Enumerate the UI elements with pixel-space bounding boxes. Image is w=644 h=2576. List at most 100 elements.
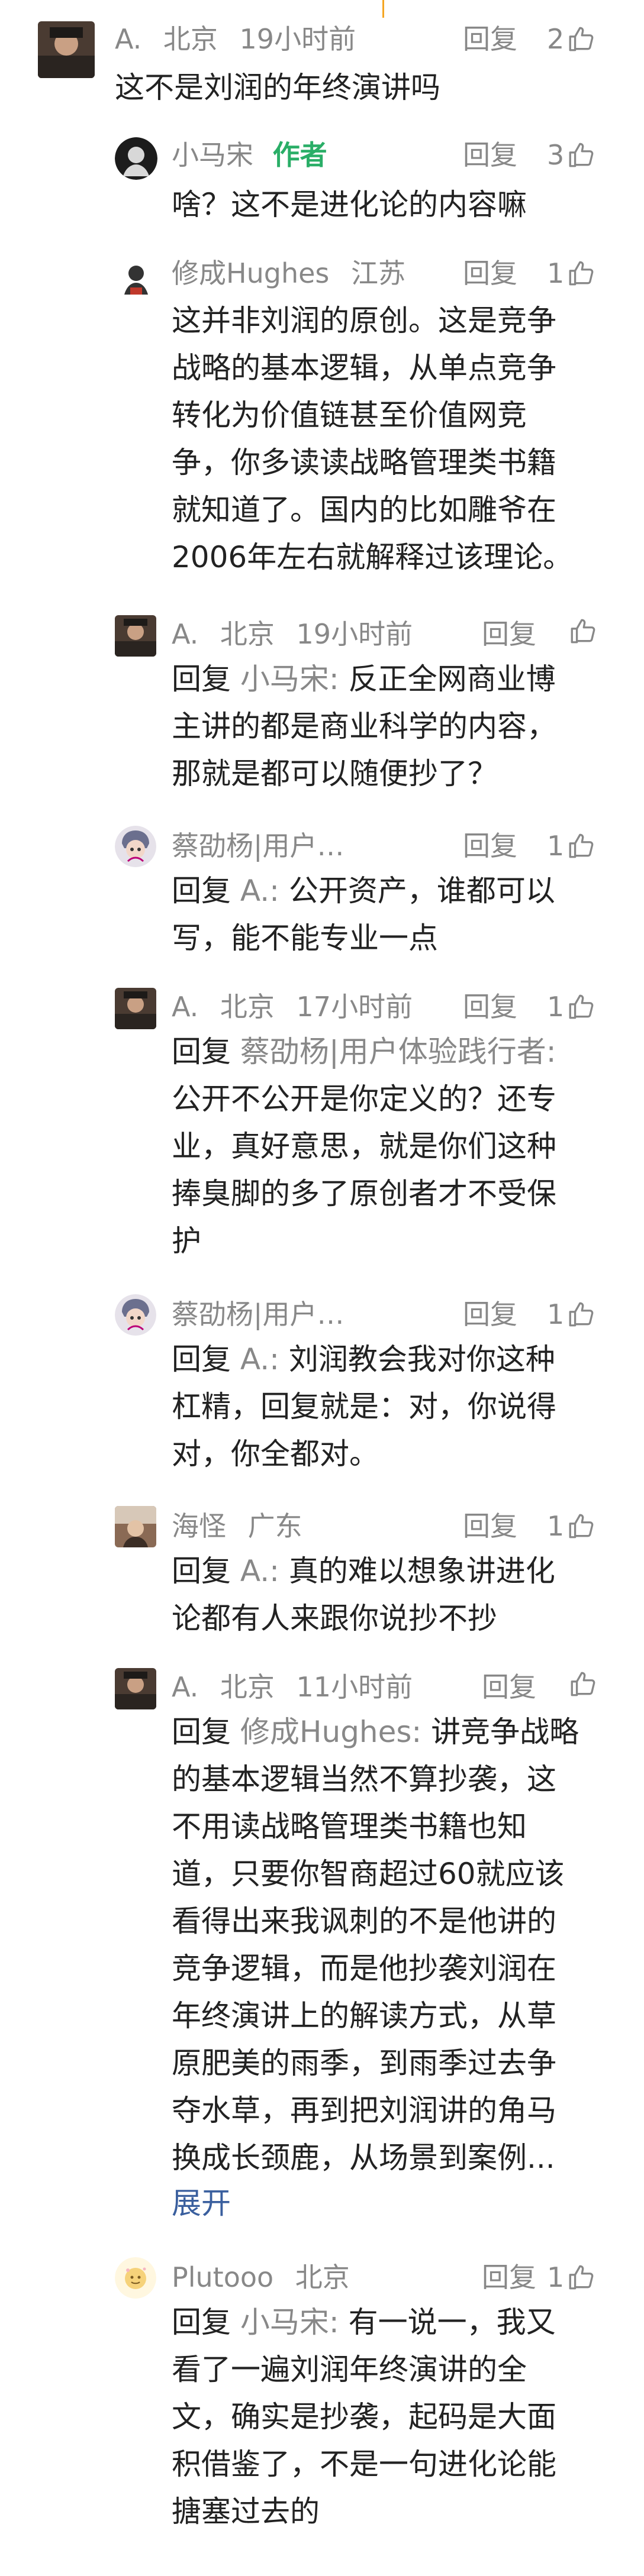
author-name[interactable]: A. (172, 618, 198, 650)
reply-target[interactable]: 修成Hughes: (240, 1715, 421, 1749)
author-location: 江苏 (351, 257, 405, 289)
avatar[interactable] (115, 1506, 156, 1547)
comment-meta: 蔡劭杨|用户… (172, 828, 344, 864)
thumbs-up-icon (566, 992, 596, 1022)
author-name[interactable]: A. (115, 23, 141, 55)
reply-button[interactable]: 回复 (463, 1297, 517, 1332)
avatar[interactable] (115, 988, 156, 1029)
expand-link[interactable]: 展开 (172, 2183, 231, 2224)
comment-text: 回复 A.: 公开资产，谁都可以 写，能不能专业一点 (172, 874, 555, 955)
thumbs-up-icon (566, 1511, 596, 1541)
author-name[interactable]: A. (172, 1671, 198, 1703)
avatar[interactable] (115, 256, 157, 298)
comment-meta: A. 北京 19小时前 (172, 616, 413, 652)
author-name[interactable]: 海怪 (172, 1510, 226, 1542)
reply-prefix: 回复 (172, 1715, 231, 1749)
reply-target[interactable]: A.: (240, 1554, 279, 1588)
comment-meta: 修成Hughes 江苏 (172, 256, 405, 291)
comment-meta: Plutooo 北京 (172, 2260, 350, 2295)
comment-text: 回复 小马宋: 有一说一，我又 看了一遍刘润年终演讲的全 文，确实是抄袭，起码是… (172, 2305, 556, 2529)
reply-button[interactable]: 回复 (463, 256, 517, 291)
comment-meta: A. 北京 19小时前 (115, 21, 356, 57)
like-button[interactable]: 3 (547, 137, 596, 173)
comment-meta: 小马宋 作者 (172, 137, 327, 173)
comment-meta: A. 北京 11小时前 (172, 1669, 413, 1705)
thumbs-up-icon (566, 2263, 596, 2292)
reply-button[interactable]: 回复 (482, 616, 536, 652)
like-count: 3 (547, 139, 565, 171)
reply-button[interactable]: 回复 (463, 989, 517, 1024)
reply-button[interactable]: 回复 (463, 137, 517, 173)
like-count: 1 (547, 2261, 565, 2293)
like-button[interactable]: 2 (547, 21, 596, 57)
like-count: 1 (547, 1510, 565, 1542)
comment-item: A. 北京 19小时前 回复 2 这不是刘润的年终演讲吗 (0, 0, 644, 118)
like-count: 1 (547, 830, 565, 862)
reply-target[interactable]: A.: (240, 1342, 279, 1376)
thumbs-up-icon (568, 1669, 598, 1699)
comment-text: 这不是刘润的年终演讲吗 (115, 70, 440, 105)
reply-button[interactable]: 回复 (482, 1669, 536, 1705)
author-name[interactable]: 修成Hughes (172, 257, 329, 289)
author-location: 北京 (220, 991, 275, 1023)
like-count: 2 (547, 23, 565, 55)
reply-target[interactable]: A.: (240, 874, 279, 908)
reply-prefix: 回复 (172, 1035, 231, 1069)
comment-time: 19小时前 (239, 23, 356, 55)
thumbs-up-icon (568, 616, 598, 646)
author-name[interactable]: A. (172, 991, 198, 1023)
like-button[interactable]: 1 (547, 1508, 596, 1544)
thumbs-up-icon (566, 1300, 596, 1329)
author-location: 北京 (220, 1671, 275, 1703)
author-name[interactable]: 小马宋 (172, 139, 253, 171)
like-button[interactable]: 1 (547, 1297, 596, 1332)
author-name[interactable]: 蔡劭杨|用户… (172, 1298, 344, 1330)
avatar[interactable] (115, 826, 156, 867)
thumbs-up-icon (566, 831, 596, 861)
like-button[interactable]: 1 (547, 2260, 596, 2295)
like-count: 1 (547, 991, 565, 1023)
author-location: 北京 (220, 618, 275, 650)
like-button[interactable]: 1 (547, 256, 596, 291)
avatar[interactable] (115, 137, 157, 180)
avatar[interactable] (115, 2257, 156, 2299)
reply-target[interactable]: 小马宋: (240, 662, 339, 696)
avatar[interactable] (115, 1668, 156, 1709)
like-button[interactable]: 1 (547, 989, 596, 1024)
author-name[interactable]: 蔡劭杨|用户… (172, 830, 344, 862)
comment-meta: A. 北京 17小时前 (172, 989, 413, 1024)
reply-target[interactable]: 小马宋: (240, 2305, 339, 2339)
like-button[interactable] (568, 616, 598, 646)
author-tag: 作者 (272, 139, 327, 171)
reply-target[interactable]: 蔡劭杨|用户体验践行者: (240, 1035, 556, 1069)
author-location: 北京 (295, 2261, 350, 2293)
reply-button[interactable]: 回复 (482, 2260, 536, 2295)
comment-text: 这并非刘润的原创。这是竞争 战略的基本逻辑，从单点竞争 转化为价值链甚至价值网竞… (172, 303, 573, 574)
like-count: 1 (547, 257, 565, 289)
reply-button[interactable]: 回复 (463, 21, 517, 57)
reply-prefix: 回复 (172, 1554, 231, 1588)
like-count: 1 (547, 1298, 565, 1330)
reply-prefix: 回复 (172, 1342, 231, 1376)
comment-time: 19小时前 (296, 618, 413, 650)
comment-time: 11小时前 (296, 1671, 413, 1703)
avatar[interactable] (115, 1294, 156, 1336)
comment-text: 回复 修成Hughes: 讲竞争战略 的基本逻辑当然不算抄袭，这 不用读战略管理… (172, 1715, 579, 2175)
reply-button[interactable]: 回复 (463, 828, 517, 864)
comment-time: 17小时前 (296, 991, 413, 1023)
thumbs-up-icon (566, 140, 596, 170)
avatar[interactable] (115, 615, 156, 657)
comment-meta: 海怪 广东 (172, 1508, 302, 1544)
thumbs-up-icon (566, 258, 596, 288)
reply-prefix: 回复 (172, 2305, 231, 2339)
reply-prefix: 回复 (172, 874, 231, 908)
thumbs-up-icon (566, 24, 596, 54)
author-name[interactable]: Plutooo (172, 2261, 273, 2293)
like-button[interactable]: 1 (547, 828, 596, 864)
like-button[interactable] (568, 1669, 598, 1699)
author-location: 北京 (163, 23, 218, 55)
avatar[interactable] (38, 21, 95, 78)
comment-text: 回复 A.: 真的难以想象讲进化 论都有人来跟你说抄不抄 (172, 1554, 555, 1636)
reply-prefix: 回复 (172, 662, 231, 696)
reply-button[interactable]: 回复 (463, 1508, 517, 1544)
